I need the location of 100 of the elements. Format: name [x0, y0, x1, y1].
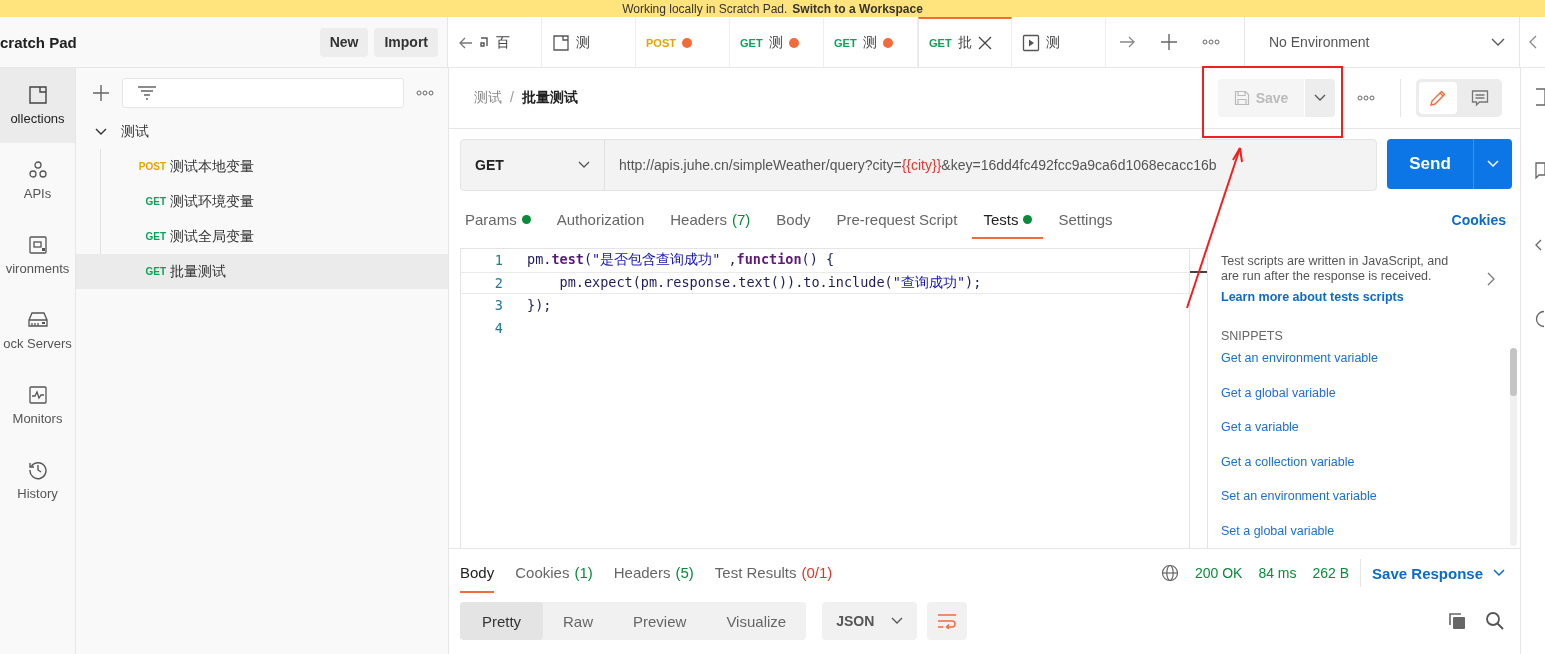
- more-icon[interactable]: [416, 90, 434, 96]
- arrow-right-icon[interactable]: [1118, 34, 1136, 50]
- caret-icon: [1493, 569, 1505, 577]
- request-tab[interactable]: 百: [448, 17, 542, 67]
- tab-name: 测: [862, 34, 877, 52]
- view-mode-tab[interactable]: Preview: [613, 602, 707, 640]
- line-number: 3: [493, 297, 504, 314]
- tab-name: 百: [496, 34, 510, 52]
- circles-icon: [27, 160, 48, 180]
- pencil-icon[interactable]: [1419, 82, 1457, 114]
- sidebar-nav-item[interactable]: ock Servers: [0, 293, 75, 368]
- unsaved-dot: [788, 38, 799, 48]
- request-tab[interactable]: GET 批: [918, 17, 1012, 67]
- filter-icon: [137, 86, 157, 100]
- header-button[interactable]: Import: [374, 27, 438, 57]
- arrow-left-icon: [458, 35, 474, 51]
- method-label: GET: [740, 37, 763, 49]
- filter-field[interactable]: [122, 78, 404, 108]
- request-item[interactable]: GET 测试环境变量: [76, 184, 448, 219]
- wrap-lines-button[interactable]: [927, 602, 968, 640]
- view-mode-tab[interactable]: Visualize: [706, 602, 807, 640]
- comment-icon[interactable]: [1535, 162, 1545, 180]
- breadcrumb-item: 批量测试: [521, 89, 578, 107]
- request-item[interactable]: GET 批量测试: [76, 254, 448, 289]
- plus-icon[interactable]: [92, 84, 110, 102]
- caret-icon[interactable]: [1487, 160, 1499, 168]
- save-response-button[interactable]: Save Response: [1372, 553, 1505, 593]
- save-options-button[interactable]: [1305, 79, 1335, 117]
- request-section-tab[interactable]: Authorization: [545, 201, 656, 239]
- globe-icon[interactable]: [1160, 564, 1179, 582]
- code-line: });: [527, 297, 552, 314]
- code-editor[interactable]: 1 pm.test("是否包含查询成功" ,function() { 2 pm.expect(pm.response.text()).to.include("查询成功"); 3 }); 4: [460, 248, 1208, 548]
- sidebar-nav-item[interactable]: APIs: [0, 143, 75, 218]
- request-tab[interactable]: GET 测: [730, 17, 824, 67]
- request-section-tab[interactable]: Tests: [972, 201, 1044, 239]
- response-size: 262 B: [1312, 565, 1350, 581]
- unsaved-dot: [681, 38, 692, 48]
- request-section-tab[interactable]: Pre-request Script: [825, 201, 969, 239]
- snippet-link[interactable]: Get an environment variable: [1221, 351, 1495, 376]
- close-icon[interactable]: [977, 36, 992, 50]
- view-mode-tab[interactable]: Raw: [543, 602, 613, 640]
- snippet-link[interactable]: Set a global variable: [1221, 523, 1495, 548]
- breadcrumb-item[interactable]: 测试: [474, 89, 502, 107]
- server-icon: [26, 310, 49, 330]
- caret-icon: [891, 617, 904, 625]
- banner-text: Working locally in Scratch Pad.: [622, 1, 788, 16]
- history-icon: [27, 460, 48, 480]
- request-tab[interactable]: 测: [1012, 17, 1106, 67]
- sidebar-nav-item[interactable]: Monitors: [0, 368, 75, 443]
- switch-workspace-link[interactable]: Switch to a Workspace: [792, 1, 923, 16]
- breadcrumb-separator: /: [510, 89, 514, 107]
- header-button[interactable]: New: [319, 27, 369, 57]
- tab-name: 测: [576, 34, 590, 52]
- environment-dropdown[interactable]: No Environment: [1245, 17, 1519, 67]
- code-line: pm.expect(pm.response.text()).to.include("查询成功");: [558, 273, 982, 292]
- response-tab[interactable]: Headers (5): [613, 553, 694, 593]
- view-mode-tab[interactable]: Pretty: [460, 602, 543, 640]
- request-section-tab[interactable]: Settings: [1047, 201, 1124, 239]
- request-item[interactable]: POST 测试本地变量: [76, 149, 448, 184]
- request-section-tab[interactable]: Params: [454, 201, 542, 239]
- more-icon[interactable]: [1202, 39, 1220, 45]
- tab-name: 测: [768, 34, 783, 52]
- response-tab[interactable]: Test Results (0/1): [714, 553, 833, 593]
- request-section-tab[interactable]: Body: [765, 201, 822, 239]
- more-icon[interactable]: [1357, 95, 1375, 101]
- sidebar-nav-item[interactable]: vironments: [0, 218, 75, 293]
- format-dropdown[interactable]: JSON: [822, 602, 918, 640]
- snippet-link[interactable]: Set an environment variable: [1221, 489, 1495, 514]
- unsaved-dot: [882, 38, 893, 48]
- chevron-right-icon[interactable]: [1487, 272, 1495, 286]
- request-section-tab[interactable]: Headers (7): [659, 201, 762, 239]
- sidebar-nav-item[interactable]: ollections: [0, 68, 75, 143]
- request-tab[interactable]: 测: [542, 17, 636, 67]
- line-number: 4: [493, 319, 504, 336]
- response-tab[interactable]: Body: [460, 553, 495, 593]
- tab-name: 测: [1046, 34, 1060, 52]
- workspace-title: cratch Pad: [0, 33, 77, 51]
- copy-icon[interactable]: [1447, 611, 1467, 631]
- chevron-icon[interactable]: [1528, 35, 1537, 49]
- scrollbar[interactable]: [1510, 348, 1517, 546]
- tab-name: 批: [957, 34, 972, 52]
- cookies-link[interactable]: Cookies: [1451, 212, 1506, 228]
- snippet-link[interactable]: Get a global variable: [1221, 385, 1495, 410]
- response-tab[interactable]: Cookies (1): [515, 553, 593, 593]
- sidebar-nav-item[interactable]: History: [0, 443, 75, 518]
- wrap-icon: [937, 613, 958, 629]
- caret-icon: [1491, 38, 1505, 46]
- snippet-link[interactable]: Get a variable: [1221, 420, 1495, 445]
- line-number: 1: [493, 252, 504, 269]
- folder-item[interactable]: 测试: [76, 114, 448, 149]
- play-icon: [1022, 34, 1040, 52]
- snippet-link[interactable]: Get a collection variable: [1221, 454, 1495, 479]
- search-icon[interactable]: [1485, 611, 1505, 631]
- line-number: 2: [493, 274, 504, 291]
- send-button[interactable]: Send: [1387, 139, 1512, 189]
- monitor-icon: [27, 385, 48, 405]
- request-item[interactable]: GET 测试全局变量: [76, 219, 448, 254]
- method-label: GET: [929, 37, 952, 49]
- learn-more-link[interactable]: Learn more about tests scripts: [1221, 290, 1467, 304]
- plus-icon[interactable]: [1160, 33, 1178, 51]
